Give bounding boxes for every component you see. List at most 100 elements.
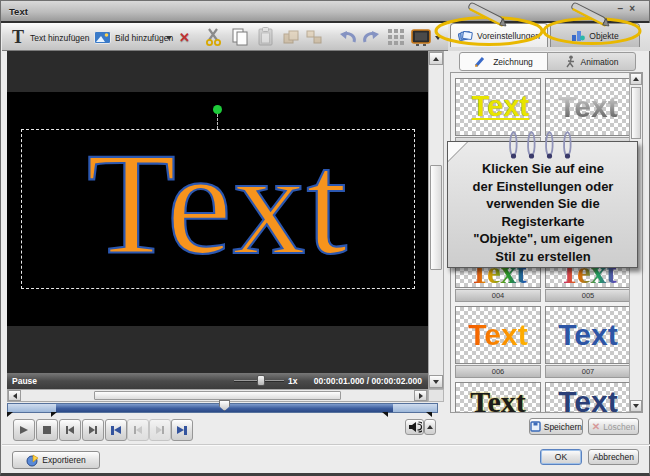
animation-icon [565, 55, 576, 69]
preset-thumb-text: Text [470, 385, 526, 413]
video-frame: Text [7, 92, 428, 326]
preset-item-008[interactable]: Text 008 [455, 382, 541, 413]
preset-thumb-text: Text [558, 90, 617, 124]
toolbar: T Text hinzufügen Bild hinzufügen ✕ [2, 23, 448, 51]
redo-icon[interactable] [362, 30, 380, 44]
speed-slider-thumb[interactable] [257, 375, 265, 386]
timecode: 00:00:01.000 / 00:00:02.000 [314, 376, 422, 386]
selection-rect[interactable] [21, 129, 415, 289]
export-icon [26, 454, 39, 467]
hscroll-thumb[interactable] [94, 391, 341, 400]
rotation-handle-line [217, 114, 218, 129]
stop-button[interactable] [36, 419, 58, 441]
ok-label: OK [555, 452, 567, 462]
scroll-corner [428, 389, 444, 402]
export-button[interactable]: Exportieren [12, 451, 100, 469]
preview-hscrollbar[interactable] [7, 389, 428, 402]
scroll-left-icon[interactable] [8, 390, 21, 401]
save-button[interactable]: Speichern [529, 418, 583, 435]
preset-item-007[interactable]: Text 007 [545, 306, 631, 378]
display-dropdown-icon[interactable] [435, 36, 441, 40]
add-text-button[interactable]: Text hinzufügen [30, 33, 90, 43]
prev-scene-button[interactable] [127, 419, 149, 441]
add-text-icon[interactable]: T [12, 27, 24, 48]
preview-vscrollbar[interactable] [428, 51, 444, 389]
presets-icon [458, 29, 473, 42]
preset-item-006[interactable]: Text 006 [455, 306, 541, 378]
text-dialog: Text –× T Text hinzufügen Bild hinzufüge… [0, 0, 650, 476]
preset-thumb-text: Text [558, 318, 617, 352]
delete-label: Löschen [603, 422, 635, 432]
list-scroll-down-icon[interactable] [630, 400, 642, 412]
stop-icon [43, 426, 51, 434]
save-label: Speichern [544, 422, 582, 432]
display-icon[interactable] [411, 29, 431, 46]
delete-object-icon[interactable]: ✕ [179, 30, 190, 45]
scroll-down-icon[interactable] [429, 375, 443, 388]
subtab-zeichnung-label: Zeichnung [493, 57, 533, 67]
delete-button[interactable]: ✕Löschen [588, 418, 639, 435]
callout-fold [448, 142, 468, 162]
cut-icon[interactable] [205, 28, 223, 46]
vscroll-thumb[interactable] [430, 165, 442, 270]
go-end-button[interactable] [171, 419, 193, 441]
drawing-icon [474, 55, 488, 68]
bottom-separator [2, 444, 650, 446]
copy-icon[interactable] [232, 28, 249, 46]
trim-end-icon[interactable] [426, 412, 432, 417]
volume-dropdown-button[interactable] [424, 419, 436, 435]
callout-text: Klicken Sie auf eine der Einstellungen o… [452, 160, 634, 265]
tab-objekte[interactable]: Objekte [550, 23, 640, 47]
trim-start-icon[interactable] [7, 412, 13, 417]
undo-icon[interactable] [339, 30, 357, 44]
play-button[interactable] [13, 419, 35, 441]
cancel-label: Abbrechen [593, 452, 634, 462]
ok-button[interactable]: OK [540, 449, 582, 465]
add-image-dropdown-icon[interactable] [166, 36, 172, 40]
playback-status: Pause [12, 376, 37, 386]
callout-pins [507, 126, 587, 164]
cancel-button[interactable]: Abbrechen [588, 449, 639, 465]
preview-viewport[interactable]: Text [7, 51, 428, 373]
trim-in-icon[interactable] [51, 412, 57, 417]
speed-value: 1x [288, 376, 297, 386]
prev-frame-button[interactable] [59, 419, 81, 441]
delete-icon: ✕ [592, 421, 600, 432]
preset-label: 005 [545, 289, 631, 302]
playback-status-bar: Pause 1x 00:00:01.000 / 00:00:02.000 [7, 373, 428, 389]
window-buttons: –× [618, 3, 641, 14]
minimize-icon[interactable]: – [618, 3, 630, 14]
rotation-handle[interactable] [213, 105, 222, 114]
objects-icon [571, 29, 585, 42]
group-icon[interactable] [283, 30, 299, 44]
subtab-zeichnung[interactable]: Zeichnung [459, 52, 548, 71]
next-frame-button[interactable] [82, 419, 104, 441]
list-scroll-up-icon[interactable] [630, 73, 642, 85]
preset-label: 004 [455, 289, 541, 302]
grid-icon[interactable] [388, 29, 404, 45]
preset-label: 007 [545, 365, 631, 378]
volume-button[interactable] [405, 419, 424, 435]
close-icon[interactable]: × [629, 3, 641, 14]
tab-voreinstellungen-label: Voreinstellungen [477, 31, 540, 41]
subtab-animation-label: Animation [581, 57, 619, 67]
trim-out-icon[interactable] [382, 412, 388, 417]
ungroup-icon[interactable] [306, 30, 322, 44]
preset-item-009[interactable]: Text 009 [545, 382, 631, 413]
next-scene-button[interactable] [149, 419, 171, 441]
tab-objekte-label: Objekte [589, 31, 618, 41]
speaker-icon [408, 421, 422, 433]
window-title: Text [9, 6, 28, 17]
scroll-right-icon[interactable] [414, 390, 427, 401]
subtab-animation[interactable]: Animation [547, 52, 636, 71]
tab-voreinstellungen[interactable]: Voreinstellungen [450, 23, 548, 47]
save-icon [530, 421, 541, 432]
preset-thumb-text: Text [468, 318, 527, 352]
add-image-icon[interactable] [94, 31, 111, 44]
paste-icon[interactable] [258, 27, 273, 46]
list-scroll-thumb[interactable] [631, 87, 641, 139]
scroll-up-icon[interactable] [429, 52, 443, 65]
go-start-button[interactable] [105, 419, 127, 441]
add-image-button[interactable]: Bild hinzufügen [115, 33, 173, 43]
title-bar: Text –× [1, 1, 649, 23]
